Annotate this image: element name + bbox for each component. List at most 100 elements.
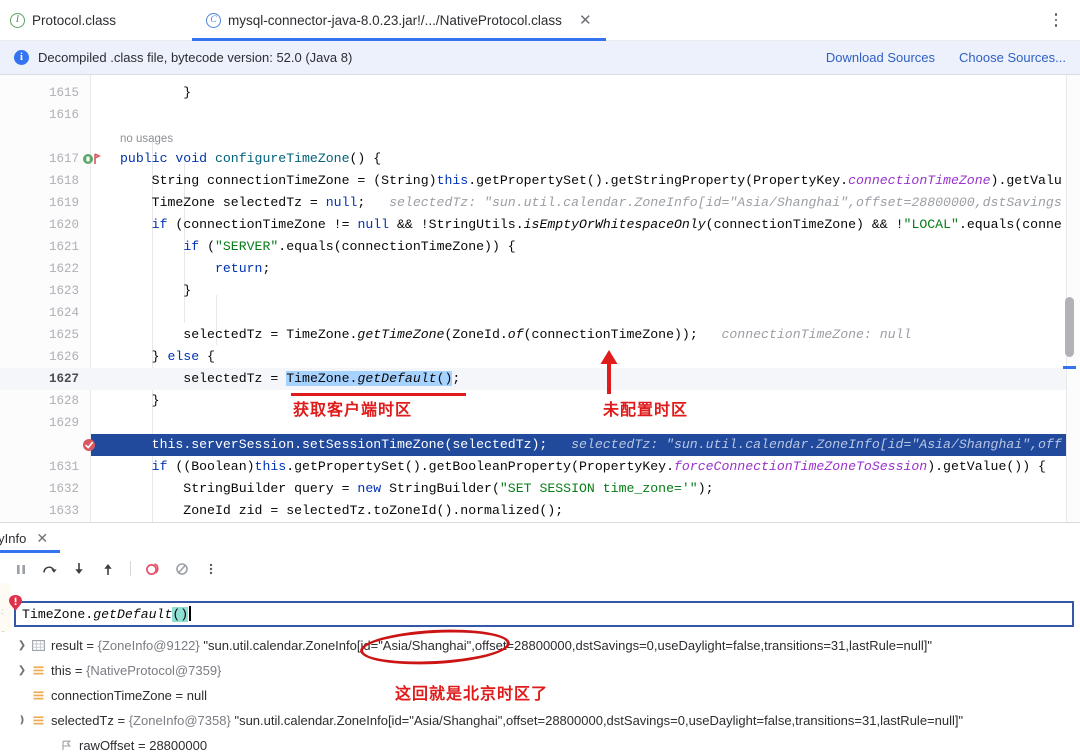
code-line[interactable]: 1624 — [0, 302, 1080, 324]
code-line[interactable]: 1623 } — [0, 280, 1080, 302]
line-content: this.serverSession.setSessionTimeZone(se… — [151, 437, 1062, 452]
code-line[interactable]: 1626 } else { — [0, 346, 1080, 368]
close-icon[interactable]: ✕ — [36, 530, 48, 547]
mute-breakpoints-button[interactable] — [140, 557, 166, 581]
scrollbar-position-marker — [1063, 366, 1076, 369]
line-content: String connectionTimeZone = (String)this… — [120, 173, 1062, 188]
code-editor[interactable]: 1615 } 1616 no usages 1617 public void c… — [0, 75, 1080, 522]
code-line[interactable]: 1622 return; — [0, 258, 1080, 280]
evaluate-expression-row: TimeZone.getDefault() — [6, 595, 1074, 627]
code-line[interactable]: 1617 public void configureTimeZone() { — [0, 148, 1080, 170]
field-icon — [30, 664, 46, 677]
code-line[interactable]: 1633 ZoneId zid = selectedTz.toZoneId().… — [0, 500, 1080, 522]
code-line[interactable]: 1621 if ("SERVER".equals(connectionTimeZ… — [0, 236, 1080, 258]
line-content: return; — [214, 261, 271, 276]
variable-row-rawoffset[interactable]: rawOffset = 28800000 — [0, 732, 1080, 756]
tab-label: mysql-connector-java-8.0.23.jar!/.../Nat… — [228, 12, 562, 28]
line-content: } else { — [120, 349, 215, 364]
field-icon — [30, 714, 46, 727]
variable-row-connectiontimezone[interactable]: connectionTimeZone = null — [0, 682, 1080, 708]
no-usages-hint: no usages — [120, 133, 174, 145]
variable-row-selectedtz[interactable]: ❫ selectedTz = {ZoneInfo@7358} "sun.util… — [0, 707, 1080, 733]
step-over-button[interactable] — [37, 557, 63, 581]
code-line-current[interactable]: 1627 selectedTz = TimeZone.getDefault(); — [0, 368, 1080, 390]
step-out-button[interactable] — [95, 557, 121, 581]
more-options-kebab-icon[interactable] — [1046, 9, 1066, 31]
line-number: 1616 — [48, 108, 79, 122]
line-content: } — [120, 393, 160, 408]
interface-icon: I — [10, 12, 25, 28]
line-number: 1621 — [48, 240, 79, 254]
gutter-row-1630[interactable] — [0, 434, 95, 456]
line-content: } — [120, 85, 192, 100]
code-line[interactable]: 1619 TimeZone selectedTz = null; selecte… — [0, 192, 1080, 214]
variable-ref: {ZoneInfo@7358} — [128, 712, 231, 728]
line-number: 1624 — [48, 306, 79, 320]
code-line[interactable]: 1631 if ((Boolean)this.getPropertySet().… — [0, 456, 1080, 478]
debugger-toolbar — [0, 554, 1080, 583]
close-icon[interactable]: ✕ — [579, 13, 592, 28]
line-number: 1625 — [48, 328, 79, 342]
code-line[interactable]: 1616 — [0, 104, 1080, 126]
inlay-hint-row: no usages — [0, 126, 1080, 148]
expression-input[interactable]: TimeZone.getDefault() — [14, 601, 1074, 627]
result-icon — [30, 639, 46, 652]
variable-name: rawOffset — [79, 737, 135, 753]
line-content: TimeZone selectedTz = null; selectedTz: … — [120, 195, 1062, 210]
line-number: 1633 — [48, 504, 79, 518]
step-into-button[interactable] — [66, 557, 92, 581]
run-method-icon[interactable] — [82, 152, 106, 166]
code-line[interactable]: 1618 String connectionTimeZone = (String… — [0, 170, 1080, 192]
line-content: StringBuilder query = new StringBuilder(… — [120, 481, 714, 496]
variable-ref: {ZoneInfo@9122} — [97, 637, 200, 653]
pause-program-button[interactable] — [8, 557, 34, 581]
line-number: 1617 — [48, 152, 79, 166]
line-number: 1628 — [48, 394, 79, 408]
variable-row-result[interactable]: ❯ result = {ZoneInfo@9122} "sun.util.cal… — [0, 632, 1080, 658]
line-number: 1622 — [48, 262, 79, 276]
expression-text: TimeZone.getDefault() — [22, 606, 191, 622]
chevron-right-icon[interactable]: ❯ — [14, 640, 30, 651]
line-content: if ("SERVER".equals(connectionTimeZone))… — [183, 239, 516, 254]
line-number: 1629 — [48, 416, 79, 430]
breakpoint-hit-icon[interactable] — [82, 437, 106, 451]
download-sources-link[interactable]: Download Sources — [826, 50, 935, 65]
variable-name: connectionTimeZone — [51, 687, 172, 703]
toolbar-separator — [130, 561, 131, 576]
tab-nativeprotocol-class[interactable]: C mysql-connector-java-8.0.23.jar!/.../N… — [192, 0, 606, 41]
code-line[interactable]: 1628 } — [0, 390, 1080, 412]
code-line[interactable]: 1625 selectedTz = TimeZone.getTimeZone(Z… — [0, 324, 1080, 346]
field-icon — [30, 689, 46, 702]
editor-vertical-scrollbar[interactable] — [1065, 297, 1074, 357]
line-number: 1615 — [48, 86, 79, 100]
code-line[interactable]: 1629 — [0, 412, 1080, 434]
kebab-icon[interactable] — [198, 557, 224, 581]
tab-deployinfo[interactable]: loyInfo ✕ — [0, 523, 61, 553]
line-number: 1620 — [48, 218, 79, 232]
crossed-circle-icon[interactable] — [169, 557, 195, 581]
code-line[interactable]: 1620 if (connectionTimeZone != null && !… — [0, 214, 1080, 236]
info-icon: i — [14, 50, 29, 65]
code-line[interactable]: 1615 } — [0, 82, 1080, 104]
line-content: ZoneId zid = selectedTz.toZoneId().norma… — [120, 503, 564, 518]
variable-value: 28800000 — [149, 737, 208, 753]
line-number: 1627 — [48, 372, 79, 386]
variables-tree[interactable]: ❯ result = {ZoneInfo@9122} "sun.util.cal… — [0, 632, 1080, 756]
chevron-right-icon[interactable]: ❯ — [14, 665, 30, 676]
variable-value: "sun.util.calendar.ZoneInfo[id="Asia/Sha… — [203, 637, 933, 653]
tab-protocol-class[interactable]: I Protocol.class — [0, 0, 130, 41]
variable-name: this — [51, 662, 72, 678]
variable-row-this[interactable]: ❯ this = {NativeProtocol@7359} — [0, 657, 1080, 683]
line-content: public void configureTimeZone() { — [120, 151, 382, 166]
notification-message: Decompiled .class file, bytecode version… — [38, 50, 353, 65]
chevron-down-icon[interactable]: ❫ — [14, 715, 30, 726]
class-icon: C — [206, 12, 222, 28]
decompiled-notification-bar: i Decompiled .class file, bytecode versi… — [0, 41, 1080, 75]
code-line[interactable]: 1632 StringBuilder query = new StringBui… — [0, 478, 1080, 500]
code-line-execution-point[interactable]: this.serverSession.setSessionTimeZone(se… — [91, 434, 1080, 456]
line-content: selectedTz = TimeZone.getDefault(); — [120, 371, 461, 386]
line-number: 1626 — [48, 350, 79, 364]
line-content: selectedTz = TimeZone.getTimeZone(ZoneId… — [120, 327, 912, 342]
line-number: 1632 — [48, 482, 79, 496]
choose-sources-link[interactable]: Choose Sources... — [959, 50, 1066, 65]
